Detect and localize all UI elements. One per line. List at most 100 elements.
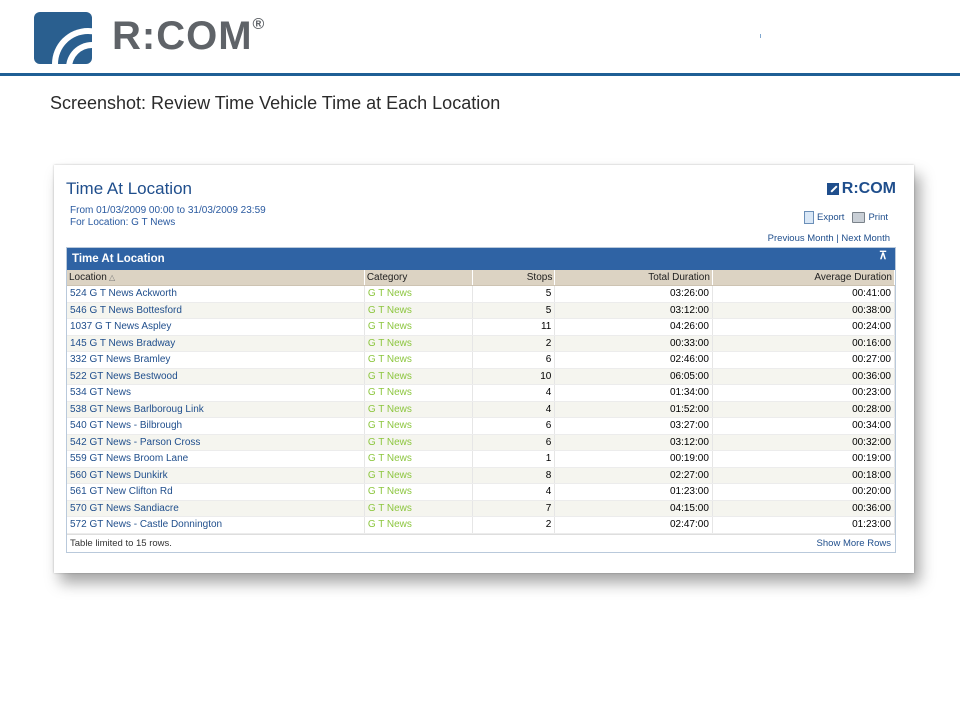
location-link[interactable]: 522 GT News Bestwood	[67, 368, 365, 385]
total-duration-cell: 00:19:00	[554, 450, 713, 468]
table-row: 1037 G T News Aspley G T News 11 04:26:00 00…	[67, 318, 896, 336]
previous-month-link[interactable]: Previous Month	[768, 233, 834, 244]
column-header-average-duration[interactable]: Average Duration	[712, 270, 896, 286]
average-duration-cell: 00:41:00	[712, 285, 896, 303]
stops-cell: 11	[472, 318, 556, 336]
category-link[interactable]: G T News	[364, 285, 474, 303]
average-duration-cell: 00:24:00	[712, 318, 896, 336]
location-link[interactable]: 561 GT New Clifton Rd	[67, 483, 365, 501]
total-duration-cell: 01:23:00	[554, 483, 713, 501]
average-duration-cell: 00:18:00	[712, 467, 896, 484]
table-row: 540 GT News - Bilbrough G T News 6 03:27:00…	[67, 417, 896, 435]
category-link[interactable]: G T News	[364, 318, 474, 336]
report-title: Time At Location	[66, 179, 192, 198]
stops-cell: 6	[472, 417, 556, 435]
stops-cell: 4	[472, 401, 556, 418]
category-link[interactable]: G T News	[364, 351, 474, 369]
total-duration-cell: 00:33:00	[554, 335, 713, 352]
table-row: 560 GT News Dunkirk G T News 8 02:27:00 00:1…	[67, 467, 896, 484]
total-duration-cell: 03:26:00	[554, 285, 713, 303]
rcom-logo-icon	[34, 12, 92, 64]
location-link[interactable]: 145 G T News Bradway	[67, 335, 365, 352]
category-link[interactable]: G T News	[364, 483, 474, 501]
slide-brand: R:COM®	[112, 14, 266, 58]
table-row: 546 G T News Bottesford G T News 5 03:12:00…	[67, 302, 896, 319]
location-link[interactable]: 1037 G T News Aspley	[67, 318, 365, 336]
report-panel: Time At Location From 01/03/2009 00:00 t…	[54, 165, 914, 573]
time-at-location-table: Location △ Category Stops Total Duration…	[67, 270, 896, 534]
total-duration-cell: 06:05:00	[554, 368, 713, 385]
table-row: 538 GT News Barlboroug Link G T News 4 01:5…	[67, 401, 896, 418]
table-row: 524 G T News Ackworth G T News 5 03:26:00 00…	[67, 285, 896, 303]
column-header-total-duration[interactable]: Total Duration	[554, 270, 713, 286]
average-duration-cell: 00:19:00	[712, 450, 896, 468]
location-link[interactable]: 559 GT News Broom Lane	[67, 450, 365, 468]
header-rule	[0, 73, 960, 76]
location-link[interactable]: 538 GT News Barlboroug Link	[67, 401, 365, 418]
table-row: 572 GT News - Castle Donnington G T News 2…	[67, 516, 896, 534]
report-table-box: Time At Location ⊼ Location △ Category S…	[66, 247, 896, 553]
location-link[interactable]: 560 GT News Dunkirk	[67, 467, 365, 484]
location-link[interactable]: 540 GT News - Bilbrough	[67, 417, 365, 435]
average-duration-cell: 00:20:00	[712, 483, 896, 501]
stops-cell: 2	[472, 516, 556, 534]
total-duration-cell: 01:34:00	[554, 384, 713, 402]
column-header-stops[interactable]: Stops	[472, 270, 556, 286]
stops-cell: 5	[472, 302, 556, 319]
date-range: From 01/03/2009 00:00 to 31/03/2009 23:5…	[70, 205, 266, 216]
column-header-location[interactable]: Location △	[67, 270, 365, 286]
stops-cell: 1	[472, 450, 556, 468]
stops-cell: 2	[472, 335, 556, 352]
table-row: 145 G T News Bradway G T News 2 00:33:00 00:…	[67, 335, 896, 352]
month-navigation: Previous Month | Next Month	[768, 233, 890, 244]
location-link[interactable]: 572 GT News - Castle Donnington	[67, 516, 365, 534]
divider	[760, 34, 761, 38]
slide-caption: Screenshot: Review Time Vehicle Time at …	[50, 93, 501, 113]
average-duration-cell: 00:27:00	[712, 351, 896, 369]
location-link[interactable]: 524 G T News Ackworth	[67, 285, 365, 303]
stops-cell: 7	[472, 500, 556, 517]
stops-cell: 8	[472, 467, 556, 484]
collapse-icon[interactable]: ⊼	[877, 250, 889, 262]
nav-separator: |	[836, 233, 839, 244]
location-link[interactable]: 332 GT News Bramley	[67, 351, 365, 369]
next-month-link[interactable]: Next Month	[841, 233, 890, 244]
stops-cell: 5	[472, 285, 556, 303]
table-title-bar: Time At Location ⊼	[67, 248, 895, 270]
table-row: 534 GT News G T News 4 01:34:00 00:23:00	[67, 384, 896, 402]
category-link[interactable]: G T News	[364, 335, 474, 352]
export-button[interactable]: Export	[803, 211, 844, 224]
location-link[interactable]: 570 GT News Sandiacre	[67, 500, 365, 517]
average-duration-cell: 00:28:00	[712, 401, 896, 418]
category-link[interactable]: G T News	[364, 302, 474, 319]
category-link[interactable]: G T News	[364, 450, 474, 468]
column-header-category[interactable]: Category	[364, 270, 474, 286]
total-duration-cell: 02:46:00	[554, 351, 713, 369]
average-duration-cell: 00:32:00	[712, 434, 896, 451]
average-duration-cell: 00:16:00	[712, 335, 896, 352]
location-link[interactable]: 542 GT News - Parson Cross	[67, 434, 365, 451]
for-location: For Location: G T News	[70, 217, 176, 228]
category-link[interactable]: G T News	[364, 417, 474, 435]
sort-icon: △	[106, 273, 116, 282]
category-link[interactable]: G T News	[364, 467, 474, 484]
print-button[interactable]: Print	[852, 211, 888, 224]
panel-logo: R:COM	[826, 180, 896, 198]
row-limit-note: Table limited to 15 rows.	[70, 537, 172, 549]
category-link[interactable]: G T News	[364, 516, 474, 534]
total-duration-cell: 03:27:00	[554, 417, 713, 435]
show-more-rows-link[interactable]: Show More Rows	[817, 535, 891, 552]
average-duration-cell: 00:36:00	[712, 500, 896, 517]
category-link[interactable]: G T News	[364, 368, 474, 385]
category-link[interactable]: G T News	[364, 434, 474, 451]
category-link[interactable]: G T News	[364, 401, 474, 418]
stops-cell: 6	[472, 434, 556, 451]
location-link[interactable]: 534 GT News	[67, 384, 365, 402]
table-footer: Table limited to 15 rows. Show More Rows	[67, 533, 895, 552]
category-link[interactable]: G T News	[364, 384, 474, 402]
table-row: 570 GT News Sandiacre G T News 7 04:15:00 00…	[67, 500, 896, 517]
rcom-mark-icon	[826, 183, 839, 195]
location-link[interactable]: 546 G T News Bottesford	[67, 302, 365, 319]
category-link[interactable]: G T News	[364, 500, 474, 517]
total-duration-cell: 03:12:00	[554, 434, 713, 451]
